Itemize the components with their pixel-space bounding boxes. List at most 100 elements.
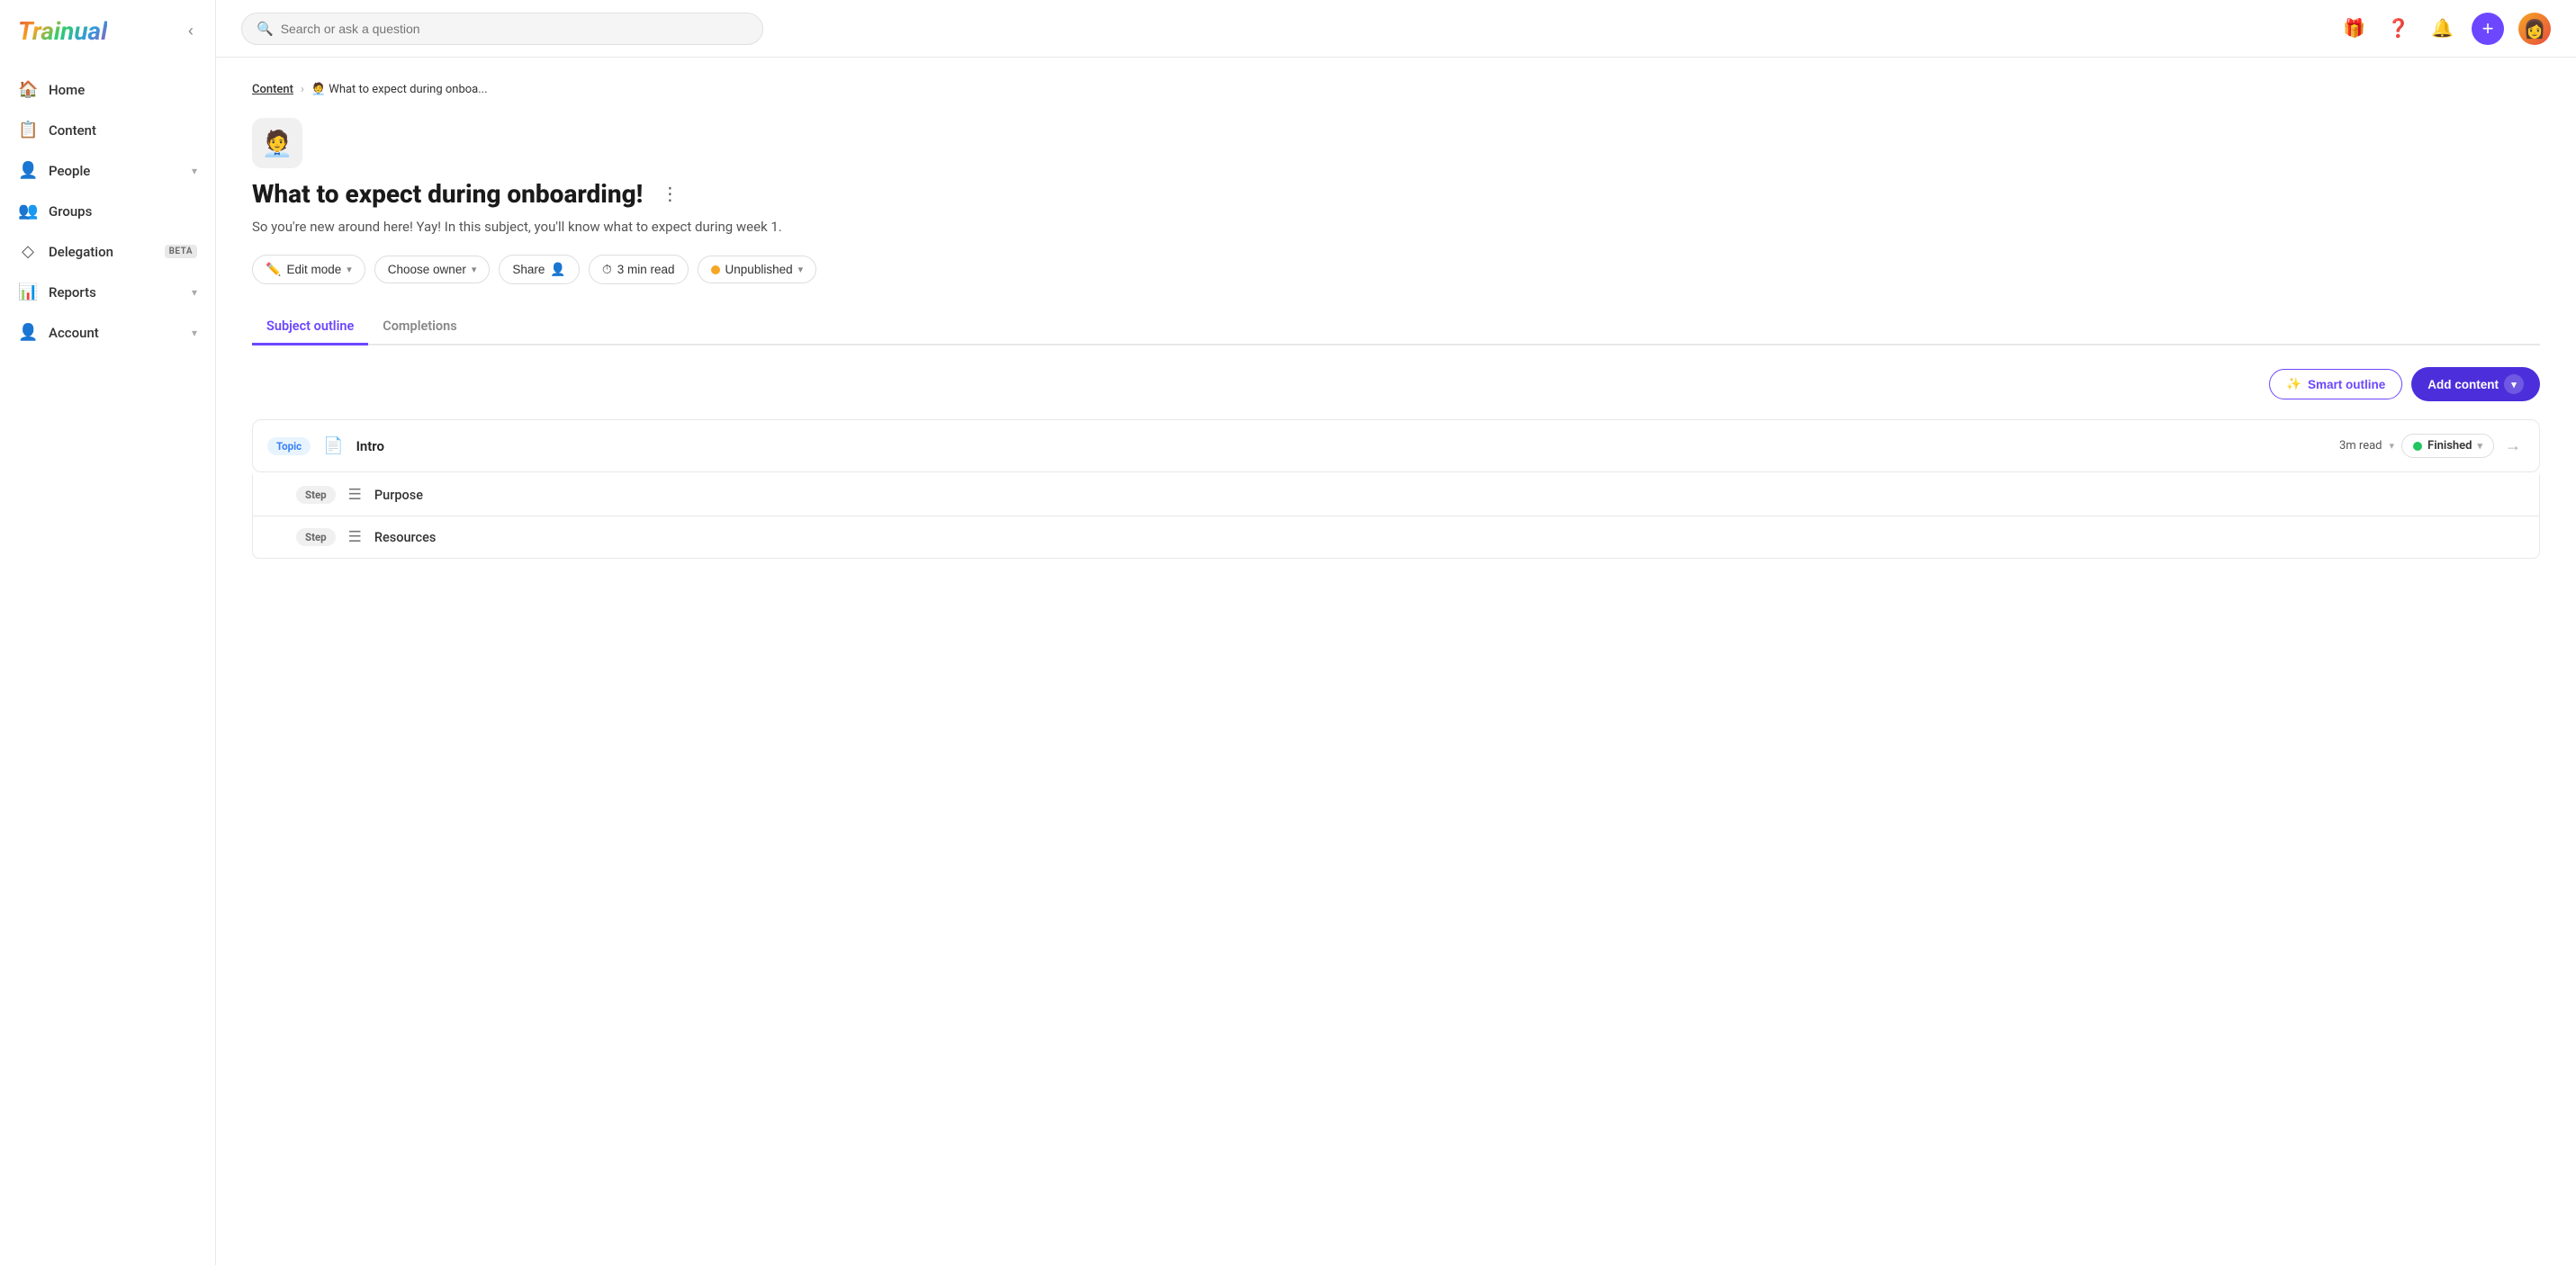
sidebar-item-content[interactable]: 📋 Content <box>0 110 215 150</box>
edit-mode-button[interactable]: ✏️ Edit mode ▾ <box>252 255 365 284</box>
chevron-down-icon: ▾ <box>192 286 197 299</box>
search-bar[interactable]: 🔍 <box>241 13 763 45</box>
notifications-icon-button[interactable]: 🔔 <box>2427 13 2457 43</box>
step-name: Purpose <box>374 488 423 503</box>
list-icon: ☰ <box>348 528 362 546</box>
chevron-down-icon: ▾ <box>2477 440 2482 452</box>
people-icon: 👤 <box>18 161 38 180</box>
share-button[interactable]: Share 👤 <box>499 255 579 284</box>
finished-status-button[interactable]: Finished ▾ <box>2401 434 2494 458</box>
sidebar-item-people[interactable]: 👤 People ▾ <box>0 150 215 191</box>
sidebar-nav: 🏠 Home 📋 Content 👤 People ▾ 👥 Groups ◇ D… <box>0 62 215 360</box>
avatar[interactable]: 👩 <box>2518 13 2551 45</box>
sidebar-collapse-button[interactable]: ‹ <box>185 18 197 44</box>
help-icon-button[interactable]: ❓ <box>2383 13 2413 43</box>
emoji-icon: 🧑‍💼 <box>262 129 293 158</box>
tab-completions[interactable]: Completions <box>368 310 471 345</box>
sidebar-item-delegation[interactable]: ◇ Delegation BETA <box>0 231 215 272</box>
add-content-label: Add content <box>2427 378 2499 391</box>
beta-badge: BETA <box>165 245 197 258</box>
pencil-icon: ✏️ <box>266 262 281 277</box>
add-content-button[interactable]: Add content ▾ <box>2411 367 2540 401</box>
clock-icon: ⏱ <box>602 262 612 277</box>
choose-owner-label: Choose owner <box>388 263 466 276</box>
breadcrumb-current: 🧑‍💼 What to expect during onboa... <box>311 83 488 96</box>
tab-subject-outline[interactable]: Subject outline <box>252 310 368 345</box>
sidebar-item-label: Content <box>49 122 197 139</box>
delegation-icon: ◇ <box>18 242 38 261</box>
topic-name: Intro <box>356 438 2327 454</box>
subject-title: What to expect during onboarding! <box>252 179 643 210</box>
topbar: 🔍 🎁 ❓ 🔔 + 👩 <box>216 0 2576 58</box>
finished-label: Finished <box>2427 439 2472 453</box>
app-logo: Trainual <box>18 16 107 46</box>
step-badge: Step <box>296 528 336 546</box>
sidebar: Trainual ‹ 🏠 Home 📋 Content 👤 People ▾ 👥… <box>0 0 216 1265</box>
breadcrumb-parent[interactable]: Content <box>252 83 293 96</box>
publish-status-button[interactable]: Unpublished ▾ <box>698 256 817 283</box>
gift-icon-button[interactable]: 🎁 <box>2339 13 2369 43</box>
chevron-down-icon: ▾ <box>2504 374 2524 394</box>
outline-area: ✨ Smart outline Add content ▾ Topic 📄 In… <box>252 345 2540 559</box>
person-icon: 👤 <box>550 262 565 277</box>
status-dot-icon <box>711 265 720 274</box>
sidebar-item-reports[interactable]: 📊 Reports ▾ <box>0 272 215 312</box>
topic-badge: Topic <box>267 437 311 455</box>
smart-outline-label: Smart outline <box>2308 378 2385 391</box>
more-options-button[interactable]: ⋮ <box>653 179 686 209</box>
account-icon: 👤 <box>18 323 38 342</box>
read-time-label: 3 min read <box>617 263 675 276</box>
breadcrumb-separator: › <box>301 83 304 96</box>
choose-owner-button[interactable]: Choose owner ▾ <box>374 256 491 283</box>
sidebar-item-label: Account <box>49 325 181 341</box>
search-icon: 🔍 <box>257 21 274 37</box>
unpublished-label: Unpublished <box>725 263 793 276</box>
topbar-actions: 🎁 ❓ 🔔 + 👩 <box>2339 13 2551 45</box>
chevron-down-icon: ▾ <box>192 327 197 339</box>
sparkle-icon: ✨ <box>2286 377 2301 391</box>
sidebar-item-label: Groups <box>49 203 197 220</box>
content-area: Content › 🧑‍💼 What to expect during onbo… <box>216 58 2576 1265</box>
search-input[interactable] <box>281 22 748 36</box>
breadcrumb: Content › 🧑‍💼 What to expect during onbo… <box>252 83 2540 96</box>
groups-icon: 👥 <box>18 202 38 220</box>
step-name: Resources <box>374 530 436 545</box>
add-button[interactable]: + <box>2472 13 2504 45</box>
sidebar-item-account[interactable]: 👤 Account ▾ <box>0 312 215 353</box>
sidebar-item-label: Reports <box>49 284 181 301</box>
read-time-button: ⏱ 3 min read <box>589 255 689 284</box>
topic-meta: 3m read ▾ Finished ▾ → <box>2339 433 2525 459</box>
edit-mode-label: Edit mode <box>286 263 341 276</box>
smart-outline-button[interactable]: ✨ Smart outline <box>2269 369 2402 399</box>
navigate-topic-button[interactable]: → <box>2501 433 2525 459</box>
tabs: Subject outline Completions <box>252 310 2540 345</box>
sidebar-item-groups[interactable]: 👥 Groups <box>0 191 215 231</box>
topic-row: Topic 📄 Intro 3m read ▾ Finished ▾ → <box>252 419 2540 472</box>
sidebar-item-label: Home <box>49 82 197 98</box>
chevron-down-icon: ▾ <box>192 165 197 177</box>
subject-header: 🧑‍💼 <box>252 118 2540 168</box>
outline-toolbar: ✨ Smart outline Add content ▾ <box>252 367 2540 401</box>
main-area: 🔍 🎁 ❓ 🔔 + 👩 Content › 🧑‍💼 What to expect… <box>216 0 2576 1265</box>
chevron-down-icon: ▾ <box>2390 440 2395 452</box>
step-badge: Step <box>296 486 336 504</box>
chevron-down-icon: ▾ <box>798 264 804 275</box>
step-row: Step ☰ Purpose <box>252 474 2540 516</box>
step-row: Step ☰ Resources <box>252 516 2540 559</box>
share-label: Share <box>512 263 545 276</box>
chevron-down-icon: ▾ <box>472 264 477 275</box>
content-icon: 📋 <box>18 121 38 139</box>
home-icon: 🏠 <box>18 80 38 99</box>
chevron-down-icon: ▾ <box>347 264 352 275</box>
reports-icon: 📊 <box>18 283 38 301</box>
document-icon: 📄 <box>323 436 343 455</box>
subject-emoji: 🧑‍💼 <box>252 118 302 168</box>
sidebar-item-label: People <box>49 163 181 179</box>
subject-description: So you're new around here! Yay! In this … <box>252 217 2540 238</box>
sidebar-item-home[interactable]: 🏠 Home <box>0 69 215 110</box>
read-time-value: 3m read <box>2339 439 2382 453</box>
list-icon: ☰ <box>348 486 362 504</box>
sidebar-item-label: Delegation <box>49 244 154 260</box>
subject-title-row: What to expect during onboarding! ⋮ <box>252 179 2540 210</box>
finished-dot-icon <box>2413 442 2422 451</box>
